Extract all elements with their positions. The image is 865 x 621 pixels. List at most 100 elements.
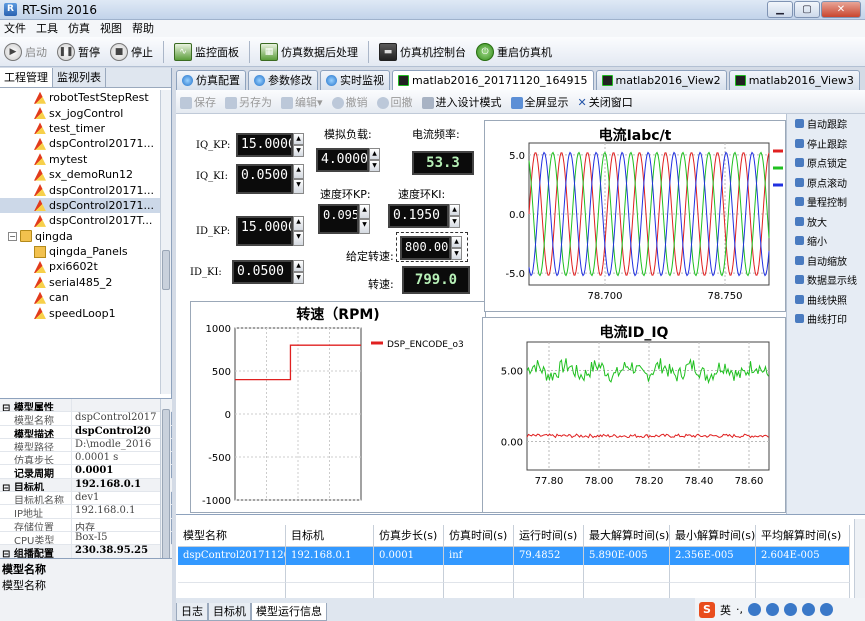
property-row[interactable]: 仿真步长 0.0001 s [0, 452, 172, 466]
tab-project[interactable]: 工程管理 [0, 68, 53, 87]
tree-item[interactable]: mytest [0, 152, 160, 167]
chart-tool-button[interactable]: 原点滚动 [787, 173, 865, 193]
chart-tool-button[interactable]: 放大 [787, 212, 865, 232]
pause-button[interactable]: ❚❚ 暂停 [57, 42, 100, 61]
tree-item[interactable]: sx_demoRun12 [0, 167, 160, 182]
stop-button[interactable]: ■ 停止 [110, 42, 153, 61]
save-as-button[interactable]: 另存为 [225, 94, 272, 110]
menu-simulation[interactable]: 仿真 [66, 20, 92, 37]
tab-model-run-info[interactable]: 模型运行信息 [251, 603, 327, 621]
chart-tool-button[interactable]: 自动缩放 [787, 251, 865, 271]
chart-tool-button[interactable]: 停止跟踪 [787, 134, 865, 154]
doc-tab[interactable]: 仿真配置 [176, 70, 246, 90]
tree-item[interactable]: dspControl2017T... [0, 213, 160, 228]
expand-icon[interactable]: − [8, 231, 17, 241]
chart-tool-button[interactable]: 缩小 [787, 231, 865, 251]
property-row[interactable]: ⊟ 目标机 192.168.0.1 [0, 478, 172, 493]
console-button[interactable]: ▬ 仿真机控制台 [379, 42, 466, 61]
speed-chart[interactable]: 转速（RPM) 1000 500 0 -500 -1000 DSP_ENCODE_o3 [190, 301, 486, 513]
design-mode-button[interactable]: 进入设计模式 [421, 94, 502, 110]
property-row[interactable]: 模型名称 dspControl2017 [0, 412, 172, 426]
mic-icon[interactable] [766, 603, 779, 616]
tree-item[interactable]: sx_jogControl [0, 105, 160, 120]
doc-tab[interactable]: matlab2016_View2 [595, 70, 727, 90]
iq-kp-spinner[interactable]: 15.0000 ▲ ▼ [236, 133, 304, 157]
property-row[interactable]: 记录周期 0.0001 [0, 465, 172, 479]
fullscreen-button[interactable]: 全屏显示 [510, 94, 569, 110]
tree-item[interactable]: qingda_Panels [0, 244, 160, 259]
maximize-button[interactable]: ▢ [794, 1, 820, 18]
doc-tab[interactable]: 参数修改 [248, 70, 318, 90]
property-row[interactable]: 模型路径 D:\modle_2016 [0, 438, 172, 453]
tree-item[interactable]: serial485_2 [0, 275, 160, 290]
column-header[interactable]: 运行时间(s) [514, 525, 584, 547]
column-header[interactable]: 仿真时间(s) [444, 525, 514, 547]
restart-button[interactable]: ⏻ 重启仿真机 [476, 42, 552, 61]
save-button[interactable]: 保存 [180, 94, 216, 110]
column-header[interactable]: 最小解算时间(s) [670, 525, 756, 547]
menu-tools[interactable]: 工具 [34, 20, 60, 37]
doc-tab[interactable]: 实时监视 [320, 70, 390, 90]
column-header[interactable]: 目标机 [286, 525, 374, 547]
tree-scrollbar[interactable] [160, 90, 171, 394]
ime-lang[interactable]: 英 [720, 602, 731, 618]
property-row[interactable]: IP地址 192.168.0.1 [0, 505, 172, 519]
punct-icon[interactable]: ·, [736, 603, 743, 616]
tree-item[interactable]: test_timer [0, 121, 160, 136]
tree-item[interactable]: dspControl20171... [0, 197, 160, 214]
property-row[interactable]: CPU类型 Box-I5 [0, 531, 172, 546]
redo-button[interactable]: 回撤 [376, 94, 413, 110]
tree-item[interactable]: speedLoop1 [0, 305, 160, 320]
load-spinner[interactable]: 4.0000 ▲ ▼ [316, 148, 380, 172]
speed-ki-spinner[interactable]: 0.1950 ▲ ▼ [388, 204, 460, 228]
id-ki-spinner[interactable]: 0.0500 ▲ ▼ [232, 260, 304, 284]
doc-tab[interactable]: matlab2016_20171120_164915 [392, 70, 594, 90]
start-button[interactable]: ▶ 启动 [4, 42, 47, 61]
table-row[interactable] [178, 565, 850, 583]
tree-item[interactable]: robotTestStepRest [0, 90, 160, 105]
tree-item[interactable]: − qingda [0, 229, 160, 244]
menu-view[interactable]: 视图 [98, 20, 124, 37]
chart-tool-button[interactable]: 量程控制 [787, 192, 865, 212]
idiq-chart[interactable]: 电流ID_IQ 5.00 0.00 77.80 78.00 78.20 78.40 78.6… [482, 317, 786, 513]
tab-target[interactable]: 目标机 [208, 603, 251, 621]
undo-button[interactable]: 撤销 [331, 94, 368, 110]
sogou-ime-icon[interactable]: S [699, 601, 715, 618]
column-header[interactable]: 平均解算时间(s) [756, 525, 850, 547]
property-row[interactable]: 模型描述 dspControl20 [0, 425, 172, 439]
column-header[interactable]: 仿真步长(s) [374, 525, 444, 547]
property-row[interactable]: ⊟ 组播配置 230.38.95.25 [0, 545, 172, 559]
minimize-button[interactable]: ▁ [767, 1, 793, 18]
doc-tab[interactable]: matlab2016_View3 [728, 70, 860, 90]
tree-item[interactable]: pxi6602t [0, 259, 160, 274]
property-row[interactable]: 存储位置 内存 [0, 518, 172, 532]
tab-watch-list[interactable]: 监视列表 [53, 68, 106, 87]
tree-item[interactable]: dspControl20171... [0, 136, 160, 151]
post-process-button[interactable]: ▦ 仿真数据后处理 [260, 42, 358, 61]
set-speed-spinner[interactable]: 800.000 ▲ ▼ [400, 236, 462, 260]
column-header[interactable]: 模型名称 [178, 525, 286, 547]
chart-tool-button[interactable]: 原点锁定 [787, 153, 865, 173]
speed-kp-spinner[interactable]: 0.0950▲▼ [318, 204, 370, 234]
property-row[interactable]: 目标机名称 dev1 [0, 492, 172, 506]
skin-icon[interactable] [802, 603, 815, 616]
column-header[interactable]: 最大解算时间(s) [584, 525, 670, 547]
tab-log[interactable]: 日志 [176, 603, 208, 621]
table-scrollbar[interactable] [854, 519, 865, 599]
settings-icon[interactable] [820, 603, 833, 616]
emoji-icon[interactable] [748, 603, 761, 616]
iq-ki-spinner[interactable]: 0.0500 ▲ ▼ [236, 164, 304, 194]
tree-item[interactable]: dspControl20171... [0, 182, 160, 197]
property-row[interactable]: ⊟ 模型属性 [0, 399, 172, 413]
monitor-panel-button[interactable]: ∿ 监控面板 [174, 42, 239, 61]
menu-file[interactable]: 文件 [2, 20, 28, 37]
tree-item[interactable]: can [0, 290, 160, 305]
keyboard-icon[interactable] [784, 603, 797, 616]
menu-help[interactable]: 帮助 [130, 20, 156, 37]
chart-tool-button[interactable]: 曲线快照 [787, 290, 865, 310]
close-button[interactable]: ✕ [821, 1, 861, 18]
id-kp-spinner[interactable]: 15.0000 ▲ ▼ [236, 216, 304, 246]
table-row[interactable]: dspControl20171120 192.168.0.1 0.0001 inf 79… [178, 547, 850, 565]
chart-tool-button[interactable]: 曲线打印 [787, 309, 865, 329]
close-window-button[interactable]: ✕ 关闭窗口 [578, 94, 633, 110]
